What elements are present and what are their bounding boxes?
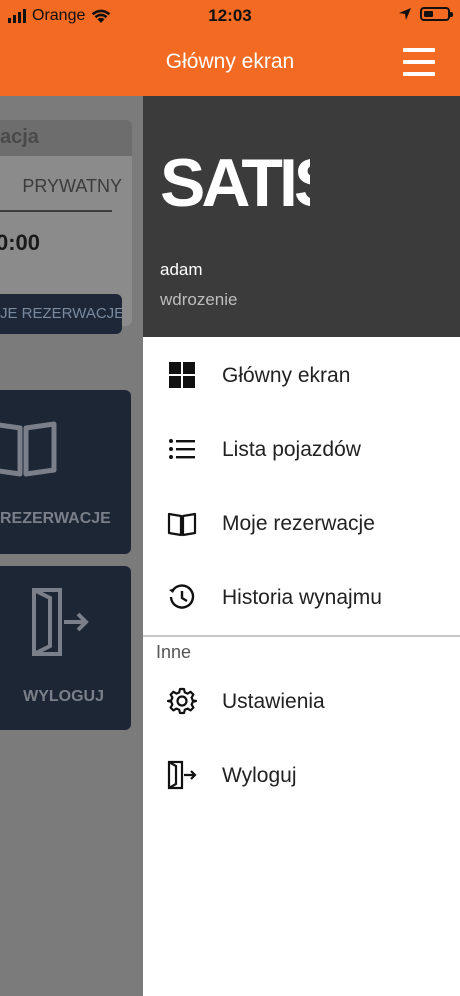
menu-item-label: Moje rezerwacje	[222, 512, 375, 535]
menu-item-label: Główny ekran	[222, 364, 351, 387]
menu-item-history[interactable]: Historia wynajmu	[143, 568, 460, 628]
card-type-label: PRYWATNY	[22, 176, 122, 196]
card-divider	[0, 210, 112, 212]
reservations-tile-label: REZERWACJE	[0, 510, 111, 527]
book-icon	[167, 512, 197, 537]
status-bar: Orange 12:03	[0, 0, 460, 32]
status-right	[398, 7, 453, 21]
satis-logo: SATIS	[160, 146, 310, 216]
status-time: 12:03	[208, 6, 252, 25]
user-subtitle: wdrozenie	[160, 290, 238, 309]
card-time-value: 0:00	[0, 230, 41, 255]
hamburger-menu-button[interactable]	[403, 48, 435, 78]
location-arrow-icon	[399, 8, 411, 20]
gear-icon	[167, 687, 197, 715]
user-name: adam	[160, 260, 203, 279]
app-header: Orange 12:03 Główny ekran	[0, 0, 460, 96]
book-icon	[0, 421, 57, 477]
logout-tile-label: WYLOGUJ	[23, 688, 104, 705]
menu-item-label: Lista pojazdów	[222, 438, 361, 461]
card-header: acja	[0, 120, 132, 156]
logout-icon	[167, 760, 197, 790]
menu-item-home[interactable]: Główny ekran	[143, 346, 460, 406]
logout-icon	[32, 588, 89, 656]
page-title: Główny ekran	[165, 50, 295, 73]
section-label-other: Inne	[156, 642, 192, 662]
reservations-tile[interactable]: REZERWACJE	[0, 390, 131, 554]
menu-item-logout[interactable]: Wyloguj	[143, 746, 460, 806]
card-reservations-button[interactable]: JE REZERWACJE	[0, 294, 122, 334]
side-drawer: SATIS adam wdrozenie Główny ekran Lista …	[143, 96, 460, 996]
svg-text:SATIS: SATIS	[160, 146, 310, 216]
menu-item-label: Historia wynajmu	[222, 586, 382, 609]
history-icon	[169, 584, 195, 609]
battery-icon	[420, 7, 453, 21]
list-icon	[169, 439, 195, 459]
grid-icon	[169, 362, 195, 388]
menu-item-settings[interactable]: Ustawienia	[143, 672, 460, 732]
menu-item-label: Wyloguj	[222, 764, 297, 787]
dimmed-background[interactable]: acja PRYWATNY 0:00 JE REZERWACJE REZERWA…	[0, 96, 143, 996]
reservation-card: acja PRYWATNY 0:00 JE REZERWACJE	[0, 120, 132, 334]
menu-item-label: Ustawienia	[222, 690, 325, 713]
menu-item-vehicles[interactable]: Lista pojazdów	[143, 420, 460, 480]
drawer-header: SATIS adam wdrozenie	[143, 96, 460, 337]
logout-tile[interactable]: WYLOGUJ	[0, 566, 131, 730]
menu-item-reservations[interactable]: Moje rezerwacje	[143, 494, 460, 554]
section-divider	[143, 635, 460, 637]
